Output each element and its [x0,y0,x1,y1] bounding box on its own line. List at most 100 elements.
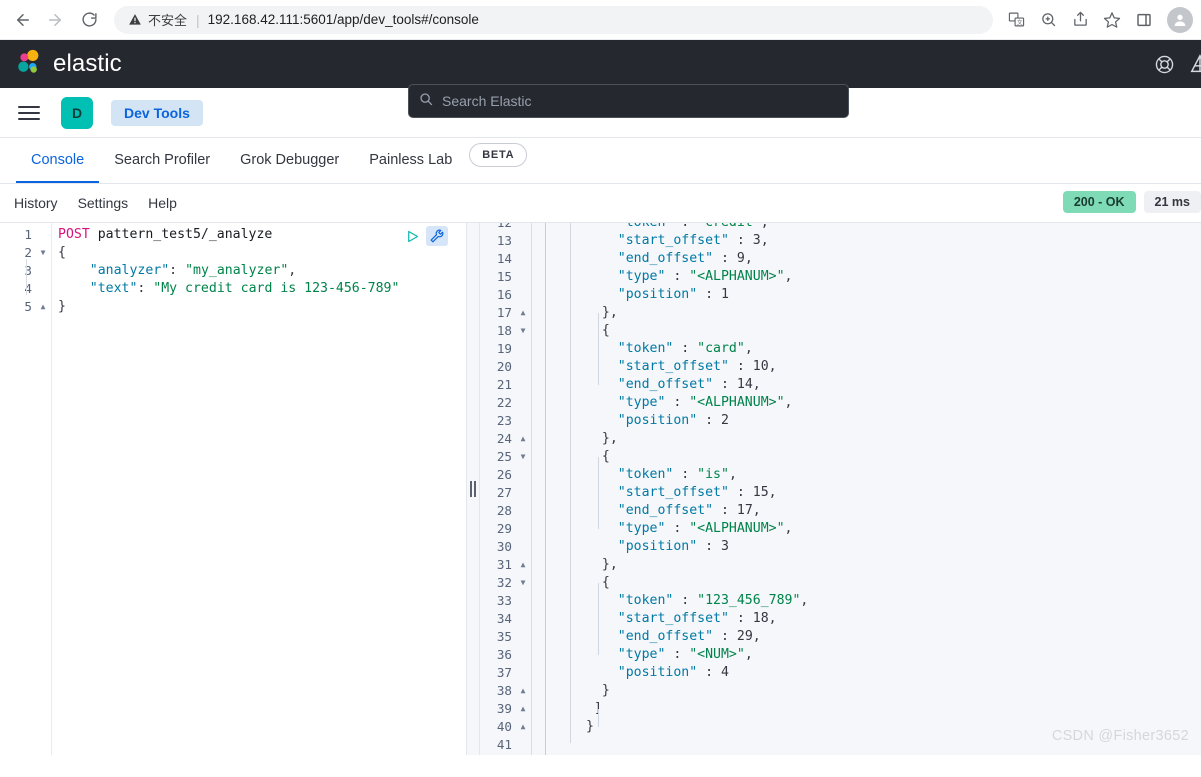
tab-search-profiler[interactable]: Search Profiler [99,139,225,183]
fold-up-icon[interactable]: ▲ [518,304,528,322]
fold-up-icon[interactable]: ▲ [518,556,528,574]
help-button[interactable]: Help [148,195,177,211]
code-line[interactable]: "token" : "credit", [586,223,769,232]
code-token: , [744,251,753,266]
back-arrow-icon[interactable] [8,5,38,35]
history-button[interactable]: History [14,195,58,211]
code-token: : [713,251,737,266]
code-token: "card" [697,341,745,356]
code-token: } [58,299,66,314]
code-line[interactable]: }, [586,304,618,322]
reload-icon[interactable] [74,5,104,35]
fold-down-icon[interactable]: ▼ [38,244,48,262]
fold-up-icon[interactable]: ▲ [38,298,48,316]
code-token: : [665,647,690,662]
code-token: : [713,503,737,518]
forward-arrow-icon[interactable] [40,5,70,35]
code-token: : [665,395,690,410]
code-token: } [586,683,610,698]
elastic-home-link[interactable]: elastic [14,47,122,82]
code-line[interactable]: } [586,718,594,736]
code-line[interactable]: "position" : 2 [586,412,729,430]
zoom-icon[interactable] [1033,5,1063,35]
profile-avatar-icon[interactable] [1167,6,1193,33]
code-token: "text" [89,281,138,296]
url-separator: | [196,11,200,28]
code-line[interactable]: "end_offset" : 29, [586,628,761,646]
header-right-icons [1154,40,1201,88]
wrench-icon[interactable] [426,226,448,246]
deployment-icon[interactable] [1189,53,1201,75]
code-line[interactable]: "type" : "<ALPHANUM>", [586,268,793,286]
code-line[interactable]: } [586,682,610,700]
code-token: : [697,539,721,554]
code-line[interactable]: ] [586,700,602,718]
tab-grok-debugger[interactable]: Grok Debugger [225,139,354,183]
code-token: 4 [721,665,729,680]
code-token: POST [58,227,98,242]
code-line[interactable]: "end_offset" : 9, [586,250,753,268]
code-line[interactable]: "position" : 3 [586,538,729,556]
indent-guide [598,313,599,385]
code-line[interactable]: }, [586,556,618,574]
sidebar-toggle-icon[interactable] [1129,5,1159,35]
search-input[interactable] [442,93,838,109]
code-line[interactable]: "token" : "is", [586,466,737,484]
fold-down-icon[interactable]: ▼ [518,448,528,466]
code-line[interactable]: "token" : "card", [586,340,753,358]
code-line[interactable]: "start_offset" : 10, [586,358,777,376]
fold-up-icon[interactable]: ▲ [518,430,528,448]
code-token: : [673,223,697,230]
code-line[interactable]: "end_offset" : 17, [586,502,761,520]
line-number: 38 ▲ [480,682,526,700]
code-line[interactable]: "type" : "<ALPHANUM>", [586,394,793,412]
line-number: 40 ▲ [480,718,526,736]
code-line[interactable]: POST pattern_test5/_analyze [58,226,272,244]
code-token: 10 [752,359,769,374]
code-line[interactable]: "position" : 4 [586,664,729,682]
line-number: 14 [496,251,512,266]
fold-up-icon[interactable]: ▲ [518,682,528,700]
hamburger-menu-icon[interactable] [18,102,40,124]
address-bar[interactable]: 不安全 | 192.168.42.111:5601/app/dev_tools#… [114,5,993,34]
help-lifebuoy-icon[interactable] [1154,54,1175,75]
tab-painless-lab[interactable]: Painless Lab [354,139,467,183]
code-line[interactable]: }, [586,430,618,448]
code-line[interactable]: "type" : "<ALPHANUM>", [586,520,793,538]
line-number: 3 [24,263,32,278]
code-line[interactable]: "end_offset" : 14, [586,376,761,394]
global-search-bar[interactable] [408,84,849,118]
settings-button[interactable]: Settings [78,195,129,211]
share-icon[interactable] [1065,5,1095,35]
code-line[interactable]: "start_offset" : 3, [586,232,769,250]
tab-console[interactable]: Console [16,139,100,183]
fold-down-icon[interactable]: ▼ [518,574,528,592]
code-line[interactable]: "analyzer": "my_analyzer", [58,262,296,280]
code-line[interactable]: "position" : 1 [586,286,729,304]
code-line[interactable]: } [58,298,66,316]
response-status-group: 200 - OK 21 ms [1062,191,1201,213]
code-line[interactable]: "token" : "123_456_789", [586,592,809,610]
space-avatar[interactable]: D [61,96,93,129]
code-line[interactable]: "start_offset" : 18, [586,610,777,628]
fold-down-icon[interactable]: ▼ [518,322,528,340]
code-line[interactable]: "start_offset" : 15, [586,484,777,502]
response-code-body[interactable]: "token" : "credit", "start_offset" : 3, … [546,223,1201,755]
response-editor-pane[interactable]: 121314151617▲18▼192021222324▲25▼26272829… [480,223,1201,755]
request-code-body[interactable]: POST pattern_test5/_analyze{ "analyzer":… [52,223,466,755]
fold-up-icon[interactable]: ▲ [518,700,528,718]
code-line[interactable]: { [58,244,66,262]
code-line[interactable]: "text": "My credit card is 123-456-789" [58,280,400,298]
fold-up-icon[interactable]: ▲ [518,718,528,736]
code-line[interactable]: "type" : "<NUM>", [586,646,753,664]
translate-icon[interactable]: 文 [1001,5,1031,35]
bookmark-star-icon[interactable] [1097,5,1127,35]
pane-resize-handle[interactable] [470,481,476,497]
breadcrumb-dev-tools[interactable]: Dev Tools [111,99,203,126]
request-editor-pane[interactable]: 1 2 ▼ 3 4 5 ▲ POST pattern_test5/_analyze{ "an… [0,223,466,755]
play-run-icon[interactable] [405,229,420,244]
pane-divider[interactable] [466,223,480,755]
code-token: "<ALPHANUM>" [689,269,785,284]
